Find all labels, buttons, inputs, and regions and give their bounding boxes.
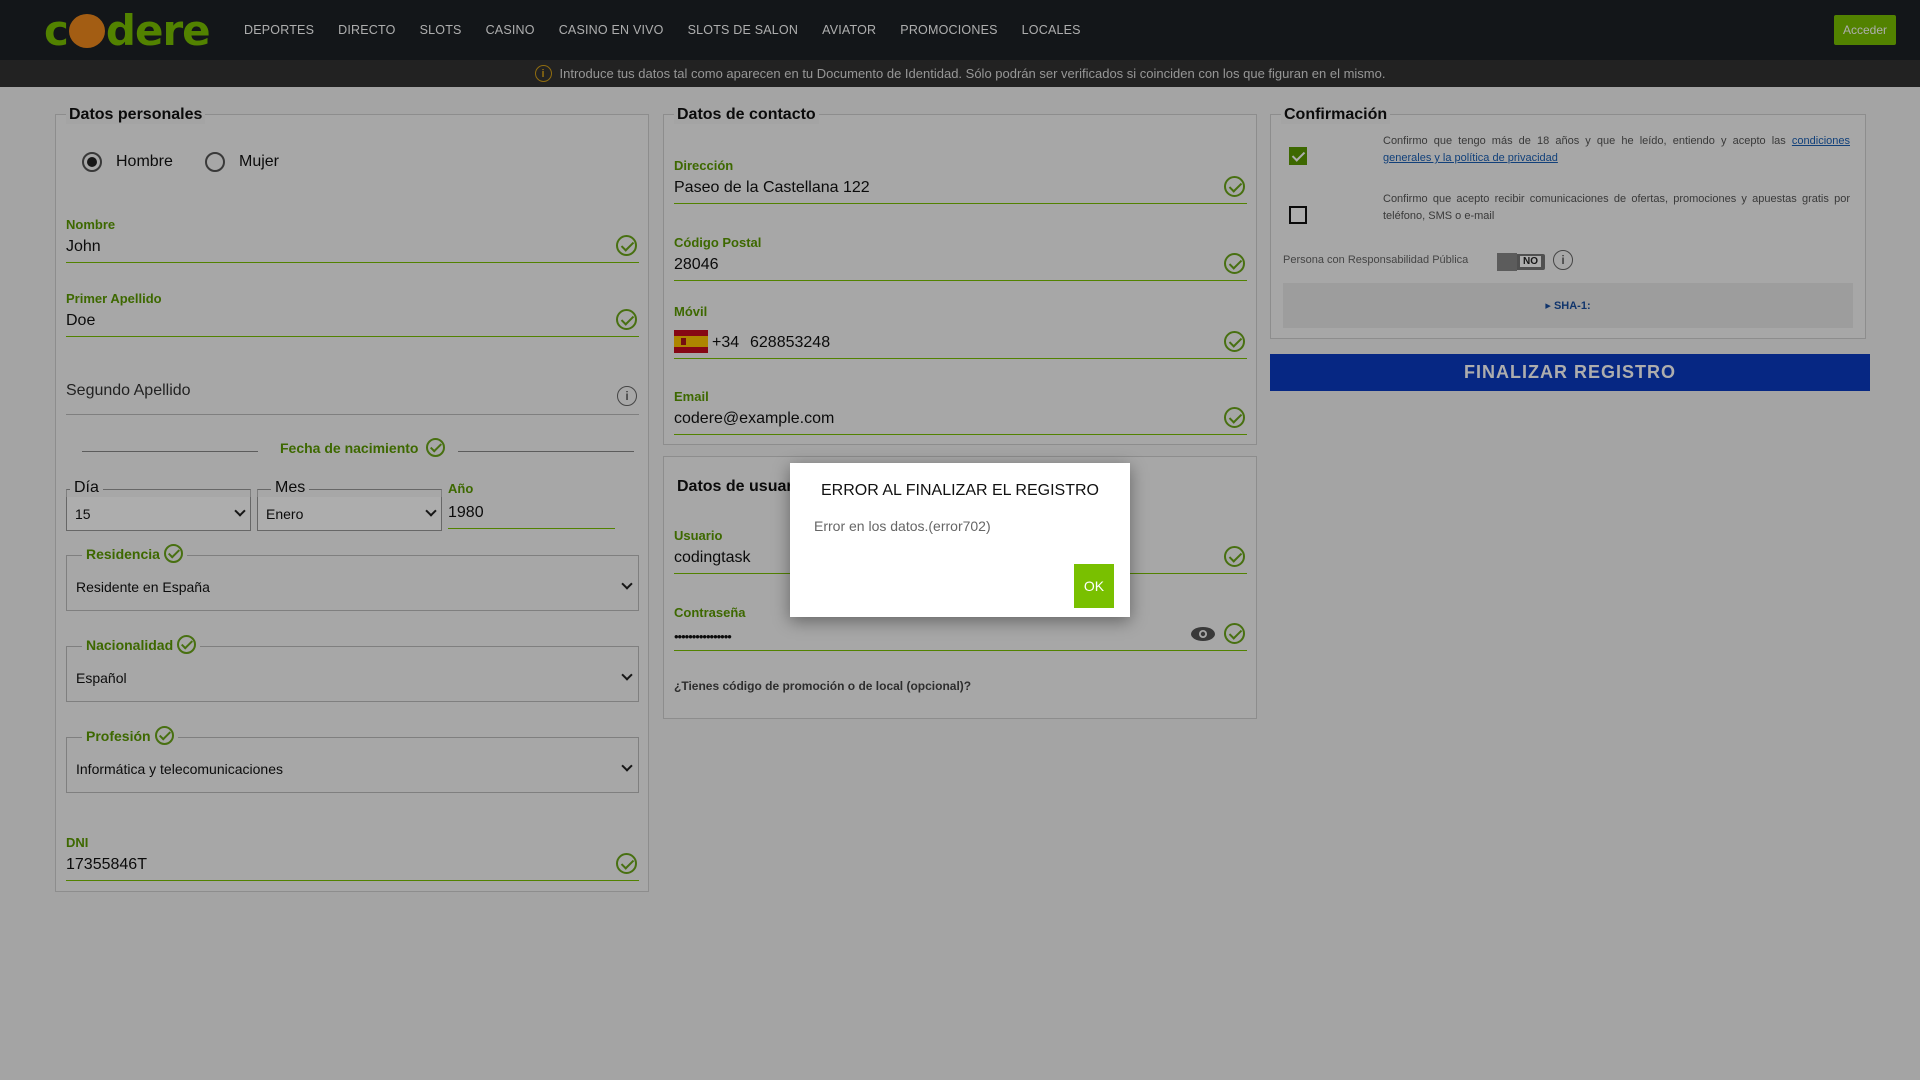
error-dialog-title: ERROR AL FINALIZAR EL REGISTRO: [821, 482, 1099, 499]
ok-button[interactable]: OK: [1074, 564, 1114, 608]
error-dialog-message: Error en los datos.(error702): [814, 518, 991, 534]
error-dialog: ERROR AL FINALIZAR EL REGISTRO Error en …: [790, 463, 1130, 617]
